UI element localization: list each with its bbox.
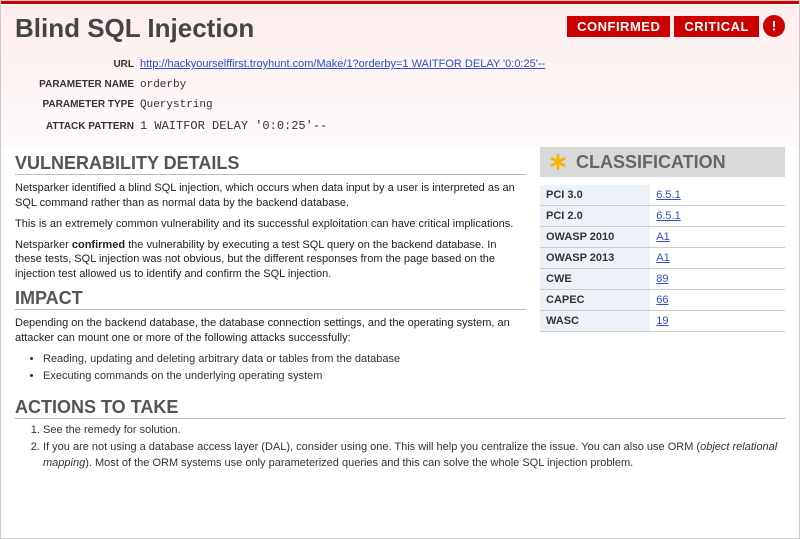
class-link[interactable]: 6.5.1 <box>656 210 680 222</box>
table-row: OWASP 2013 A1 <box>540 248 785 269</box>
classification-header: CLASSIFICATION <box>540 147 785 177</box>
param-name-value: orderby <box>140 75 545 95</box>
actions-list: See the remedy for solution. If you are … <box>43 423 785 472</box>
attack-pattern-value: 1 WAITFOR DELAY '0:0:25'-- <box>140 115 545 137</box>
attack-pattern-label: ATTACK PATTERN <box>15 115 140 137</box>
list-item: See the remedy for solution. <box>43 423 785 439</box>
info-table: URL http://hackyourselffirst.troyhunt.co… <box>15 54 545 137</box>
table-row: PCI 2.0 6.5.1 <box>540 206 785 227</box>
status-badges: CONFIRMED CRITICAL <box>567 13 785 37</box>
page-title: Blind SQL Injection <box>15 13 254 44</box>
impact-list: Reading, updating and deleting arbitrary… <box>43 352 526 385</box>
url-link[interactable]: http://hackyourselffirst.troyhunt.com/Ma… <box>140 58 545 70</box>
class-label: CWE <box>540 269 650 290</box>
asterisk-icon <box>546 150 570 174</box>
param-name-label: PARAMETER NAME <box>15 75 140 95</box>
vuln-paragraph-2: This is an extremely common vulnerabilit… <box>15 217 526 232</box>
actions-heading: ACTIONS TO TAKE <box>15 397 785 419</box>
confirmed-badge: CONFIRMED <box>567 16 670 37</box>
class-link[interactable]: 6.5.1 <box>656 189 680 201</box>
class-label: WASC <box>540 311 650 332</box>
alert-icon <box>763 15 785 37</box>
url-value: http://hackyourselffirst.troyhunt.com/Ma… <box>140 54 545 75</box>
param-type-value: Querystring <box>140 95 545 115</box>
impact-paragraph: Depending on the backend database, the d… <box>15 316 526 346</box>
list-item: Executing commands on the underlying ope… <box>43 369 526 385</box>
class-link[interactable]: A1 <box>656 231 669 243</box>
classification-table: PCI 3.0 6.5.1 PCI 2.0 6.5.1 OWASP 2010 A1 O… <box>540 185 785 332</box>
table-row: OWASP 2010 A1 <box>540 227 785 248</box>
actions-section: ACTIONS TO TAKE See the remedy for solut… <box>15 397 785 472</box>
param-type-label: PARAMETER TYPE <box>15 95 140 115</box>
header-area: Blind SQL Injection CONFIRMED CRITICAL U… <box>1 5 799 147</box>
table-row: WASC 19 <box>540 311 785 332</box>
class-label: PCI 2.0 <box>540 206 650 227</box>
table-row: CAPEC 66 <box>540 290 785 311</box>
class-label: OWASP 2013 <box>540 248 650 269</box>
vuln-paragraph-3: Netsparker confirmed the vulnerability b… <box>15 238 526 283</box>
vulnerability-details-heading: VULNERABILITY DETAILS <box>15 153 526 175</box>
table-row: PCI 3.0 6.5.1 <box>540 185 785 206</box>
critical-badge: CRITICAL <box>674 16 759 37</box>
class-label: OWASP 2010 <box>540 227 650 248</box>
table-row: CWE 89 <box>540 269 785 290</box>
classification-column: CLASSIFICATION PCI 3.0 6.5.1 PCI 2.0 6.5.1… <box>540 147 785 391</box>
list-item: Reading, updating and deleting arbitrary… <box>43 352 526 368</box>
class-label: CAPEC <box>540 290 650 311</box>
class-link[interactable]: 19 <box>656 315 668 327</box>
vuln-paragraph-1: Netsparker identified a blind SQL inject… <box>15 181 526 211</box>
class-link[interactable]: A1 <box>656 252 669 264</box>
classification-title: CLASSIFICATION <box>576 152 726 173</box>
class-label: PCI 3.0 <box>540 185 650 206</box>
class-link[interactable]: 66 <box>656 294 668 306</box>
details-column: VULNERABILITY DETAILS Netsparker identif… <box>15 147 526 391</box>
class-link[interactable]: 89 <box>656 273 668 285</box>
list-item: If you are not using a database access l… <box>43 440 785 472</box>
url-label: URL <box>15 54 140 75</box>
impact-heading: IMPACT <box>15 288 526 310</box>
